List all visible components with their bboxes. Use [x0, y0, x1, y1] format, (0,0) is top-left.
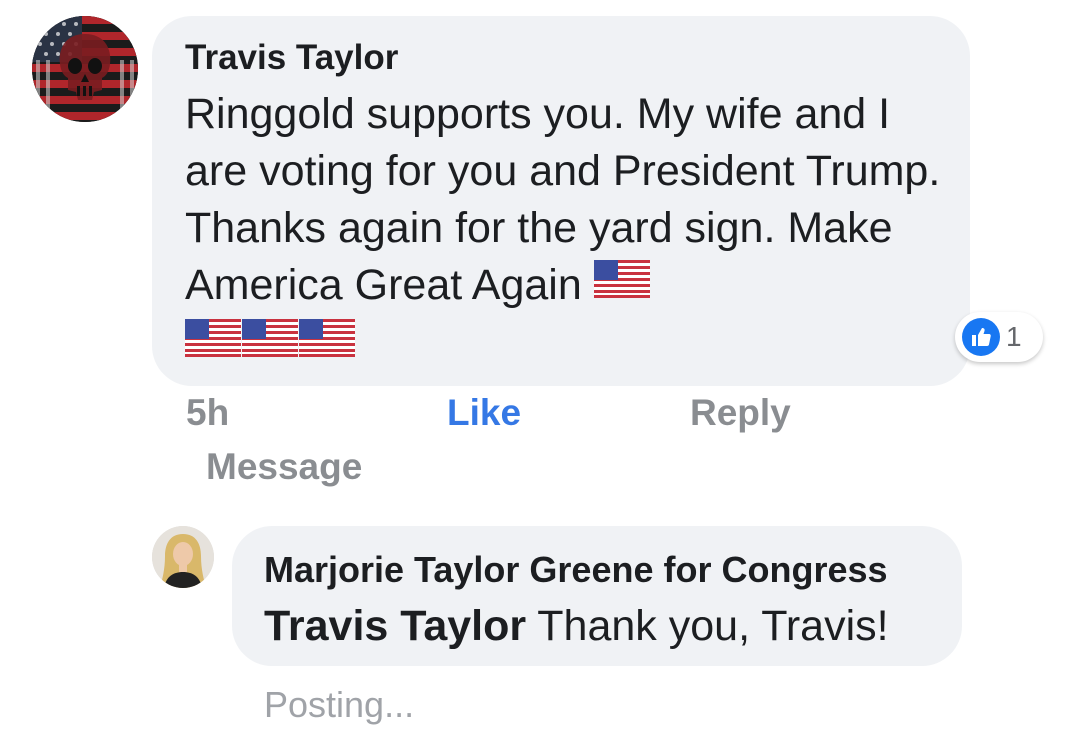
reply-mention[interactable]: Travis Taylor	[264, 602, 526, 650]
comment-author[interactable]: Travis Taylor	[185, 36, 938, 80]
commenter-avatar[interactable]	[32, 16, 138, 122]
comment-text: Ringgold supports you. My wife and I are…	[185, 90, 941, 309]
like-button[interactable]: Like	[447, 392, 521, 434]
flag-skull-avatar-image	[32, 16, 138, 122]
us-flag-icon	[593, 256, 650, 313]
comment-timestamp[interactable]: 5h	[186, 392, 229, 434]
us-flag-icon	[242, 315, 298, 372]
posting-status: Posting...	[264, 684, 415, 725]
reply-author[interactable]: Marjorie Taylor Greene for Congress	[264, 548, 930, 592]
message-button[interactable]: Message	[206, 446, 362, 488]
reply-bubble[interactable]: Marjorie Taylor Greene for Congress Trav…	[232, 526, 962, 666]
profile-photo-avatar-image	[152, 526, 214, 588]
like-icon	[962, 318, 1000, 356]
reaction-count: 1	[1006, 321, 1022, 352]
comment-bubble[interactable]: Travis Taylor Ringgold supports you. My …	[152, 16, 970, 386]
reaction-badge[interactable]: 1	[955, 312, 1043, 362]
us-flag-icon	[299, 315, 355, 372]
reply-author-avatar[interactable]	[152, 526, 214, 588]
us-flag-icon	[185, 315, 241, 372]
reply-button[interactable]: Reply	[690, 392, 791, 434]
reply-body: Travis Taylor Thank you, Travis!	[264, 598, 930, 654]
emoji-row	[185, 316, 945, 360]
reply-text: Thank you, Travis!	[526, 602, 889, 650]
comment-body: Ringgold supports you. My wife and I are…	[185, 86, 945, 360]
